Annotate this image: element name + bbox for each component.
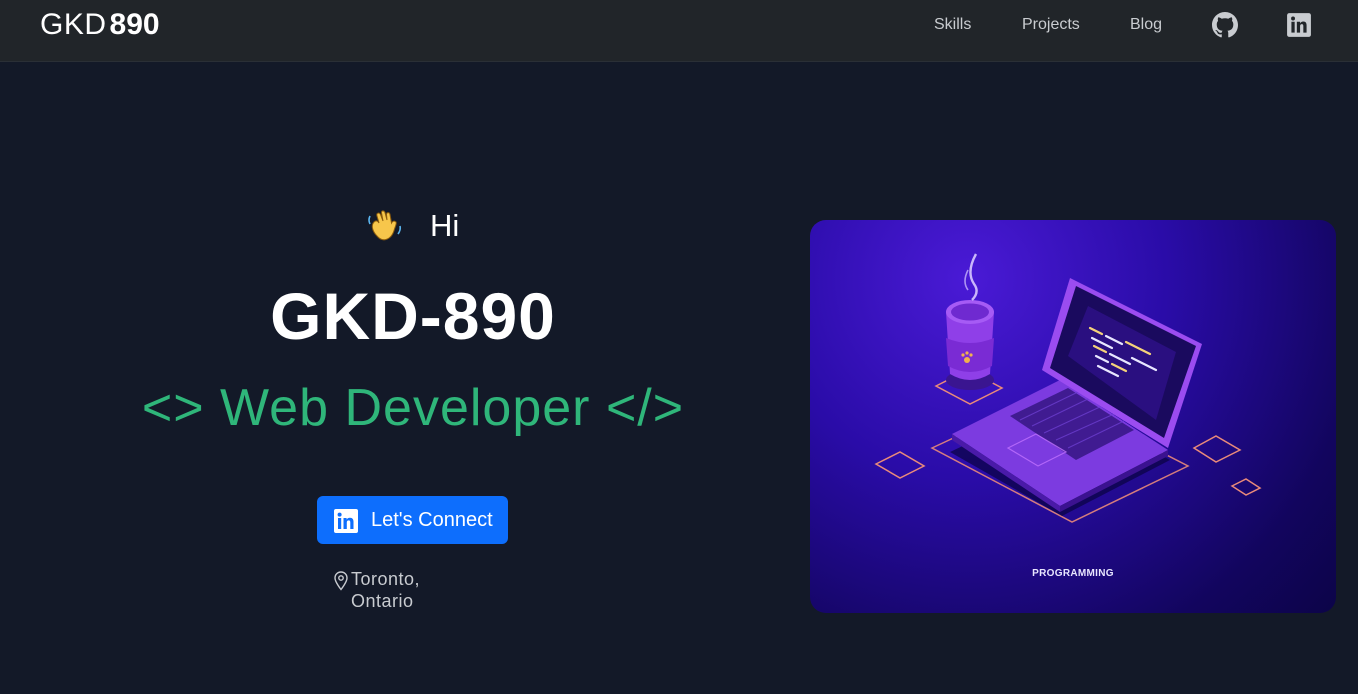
map-pin-icon [333, 571, 349, 591]
lets-connect-button[interactable]: Let's Connect [317, 496, 508, 544]
waving-hand-icon [365, 206, 405, 246]
linkedin-icon [334, 509, 358, 533]
nav-link-skills[interactable]: Skills [934, 15, 971, 35]
hero-name: GKD-890 [270, 279, 556, 353]
greeting-text: Hi [430, 208, 460, 243]
nav-link-projects[interactable]: Projects [1022, 15, 1080, 35]
hero-role: <> Web Developer </> [141, 379, 685, 437]
github-icon[interactable] [1212, 12, 1238, 38]
brand-bold-text: 890 [109, 8, 160, 41]
navbar: GKD 890 Skills Projects Blog [0, 0, 1358, 62]
nav-link-blog[interactable]: Blog [1130, 15, 1162, 35]
brand-light-text: GKD [40, 8, 107, 41]
programming-illustration: PROGRAMMING [810, 220, 1336, 613]
lets-connect-label: Let's Connect [371, 509, 493, 531]
illustration-caption: PROGRAMMING [1032, 568, 1114, 579]
brand-logo[interactable]: GKD 890 [40, 8, 160, 42]
location-text: Toronto, Ontario [351, 569, 421, 611]
laptop-coffee-graphic [874, 253, 1262, 523]
linkedin-icon[interactable] [1286, 12, 1312, 38]
